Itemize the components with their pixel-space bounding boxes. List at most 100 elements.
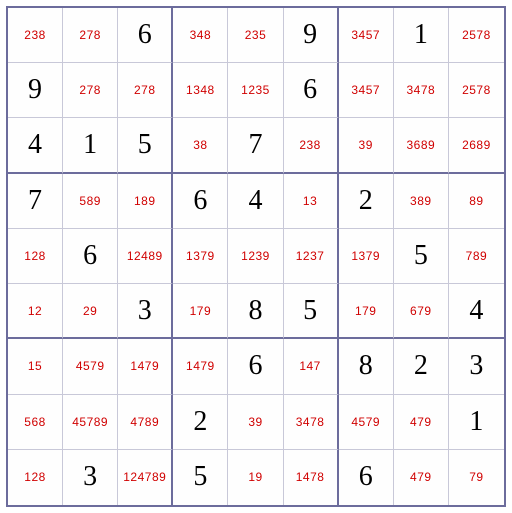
cell-r5-c1[interactable]: 128	[8, 229, 63, 284]
cell-r8-c9[interactable]: 1	[449, 395, 504, 450]
given-value: 4	[28, 129, 42, 161]
cell-r5-c4[interactable]: 1379	[173, 229, 228, 284]
candidate-values: 189	[134, 194, 156, 208]
cell-r3-c1[interactable]: 4	[8, 118, 63, 173]
cell-r4-c3[interactable]: 189	[118, 174, 173, 229]
cell-r8-c5[interactable]: 39	[228, 395, 283, 450]
cell-r7-c9[interactable]: 3	[449, 339, 504, 394]
cell-r5-c3[interactable]: 12489	[118, 229, 173, 284]
given-value: 5	[138, 129, 152, 161]
cell-r8-c4[interactable]: 2	[173, 395, 228, 450]
cell-r6-c2[interactable]: 29	[63, 284, 118, 339]
cell-r3-c7[interactable]: 39	[339, 118, 394, 173]
cell-r6-c5[interactable]: 8	[228, 284, 283, 339]
given-value: 6	[248, 350, 262, 382]
cell-r4-c8[interactable]: 389	[394, 174, 449, 229]
cell-r3-c3[interactable]: 5	[118, 118, 173, 173]
cell-r1-c4[interactable]: 348	[173, 8, 228, 63]
cell-r9-c7[interactable]: 6	[339, 450, 394, 505]
cell-r4-c9[interactable]: 89	[449, 174, 504, 229]
cell-r9-c6[interactable]: 1478	[284, 450, 339, 505]
cell-r5-c2[interactable]: 6	[63, 229, 118, 284]
given-value: 2	[359, 185, 373, 217]
cell-r1-c3[interactable]: 6	[118, 8, 173, 63]
cell-r1-c7[interactable]: 3457	[339, 8, 394, 63]
cell-r5-c9[interactable]: 789	[449, 229, 504, 284]
cell-r4-c1[interactable]: 7	[8, 174, 63, 229]
cell-r7-c3[interactable]: 1479	[118, 339, 173, 394]
cell-r1-c9[interactable]: 2578	[449, 8, 504, 63]
cell-r2-c6[interactable]: 6	[284, 63, 339, 118]
cell-r2-c1[interactable]: 9	[8, 63, 63, 118]
cell-r9-c3[interactable]: 124789	[118, 450, 173, 505]
cell-r7-c8[interactable]: 2	[394, 339, 449, 394]
cell-r8-c3[interactable]: 4789	[118, 395, 173, 450]
cell-r7-c6[interactable]: 147	[284, 339, 339, 394]
candidate-values: 128	[24, 470, 46, 484]
cell-r5-c5[interactable]: 1239	[228, 229, 283, 284]
cell-r4-c4[interactable]: 6	[173, 174, 228, 229]
cell-r1-c6[interactable]: 9	[284, 8, 339, 63]
cell-r2-c8[interactable]: 3478	[394, 63, 449, 118]
cell-r3-c6[interactable]: 238	[284, 118, 339, 173]
given-value: 9	[303, 19, 317, 51]
candidate-values: 4789	[130, 415, 159, 429]
cell-r6-c7[interactable]: 179	[339, 284, 394, 339]
cell-r3-c5[interactable]: 7	[228, 118, 283, 173]
cell-r4-c7[interactable]: 2	[339, 174, 394, 229]
candidate-values: 29	[83, 304, 97, 318]
cell-r9-c4[interactable]: 5	[173, 450, 228, 505]
cell-r2-c2[interactable]: 278	[63, 63, 118, 118]
given-value: 1	[414, 19, 428, 51]
cell-r8-c8[interactable]: 479	[394, 395, 449, 450]
cell-r1-c8[interactable]: 1	[394, 8, 449, 63]
cell-r4-c5[interactable]: 4	[228, 174, 283, 229]
cell-r1-c1[interactable]: 238	[8, 8, 63, 63]
candidate-values: 1348	[186, 83, 215, 97]
cell-r9-c9[interactable]: 79	[449, 450, 504, 505]
candidate-values: 4579	[76, 359, 105, 373]
cell-r4-c2[interactable]: 589	[63, 174, 118, 229]
cell-r8-c1[interactable]: 568	[8, 395, 63, 450]
cell-r7-c5[interactable]: 6	[228, 339, 283, 394]
cell-r7-c7[interactable]: 8	[339, 339, 394, 394]
candidate-values: 589	[79, 194, 101, 208]
cell-r5-c7[interactable]: 1379	[339, 229, 394, 284]
cell-r9-c8[interactable]: 479	[394, 450, 449, 505]
cell-r8-c2[interactable]: 45789	[63, 395, 118, 450]
candidate-values: 2578	[462, 28, 491, 42]
cell-r7-c1[interactable]: 15	[8, 339, 63, 394]
cell-r8-c6[interactable]: 3478	[284, 395, 339, 450]
cell-r2-c9[interactable]: 2578	[449, 63, 504, 118]
cell-r1-c5[interactable]: 235	[228, 8, 283, 63]
cell-r5-c8[interactable]: 5	[394, 229, 449, 284]
cell-r9-c5[interactable]: 19	[228, 450, 283, 505]
cell-r7-c2[interactable]: 4579	[63, 339, 118, 394]
cell-r9-c1[interactable]: 128	[8, 450, 63, 505]
cell-r9-c2[interactable]: 3	[63, 450, 118, 505]
cell-r6-c1[interactable]: 12	[8, 284, 63, 339]
candidate-values: 45789	[72, 415, 108, 429]
cell-r2-c4[interactable]: 1348	[173, 63, 228, 118]
cell-r3-c9[interactable]: 2689	[449, 118, 504, 173]
candidate-values: 3457	[351, 83, 380, 97]
candidate-values: 1379	[186, 249, 215, 263]
cell-r2-c5[interactable]: 1235	[228, 63, 283, 118]
cell-r3-c4[interactable]: 38	[173, 118, 228, 173]
cell-r2-c3[interactable]: 278	[118, 63, 173, 118]
cell-r1-c2[interactable]: 278	[63, 8, 118, 63]
cell-r3-c8[interactable]: 3689	[394, 118, 449, 173]
cell-r2-c7[interactable]: 3457	[339, 63, 394, 118]
cell-r4-c6[interactable]: 13	[284, 174, 339, 229]
cell-r8-c7[interactable]: 4579	[339, 395, 394, 450]
cell-r7-c4[interactable]: 1479	[173, 339, 228, 394]
cell-r6-c6[interactable]: 5	[284, 284, 339, 339]
candidate-values: 3478	[296, 415, 325, 429]
cell-r6-c4[interactable]: 179	[173, 284, 228, 339]
cell-r6-c8[interactable]: 679	[394, 284, 449, 339]
cell-r5-c6[interactable]: 1237	[284, 229, 339, 284]
candidate-values: 278	[134, 83, 156, 97]
cell-r6-c9[interactable]: 4	[449, 284, 504, 339]
cell-r3-c2[interactable]: 1	[63, 118, 118, 173]
cell-r6-c3[interactable]: 3	[118, 284, 173, 339]
